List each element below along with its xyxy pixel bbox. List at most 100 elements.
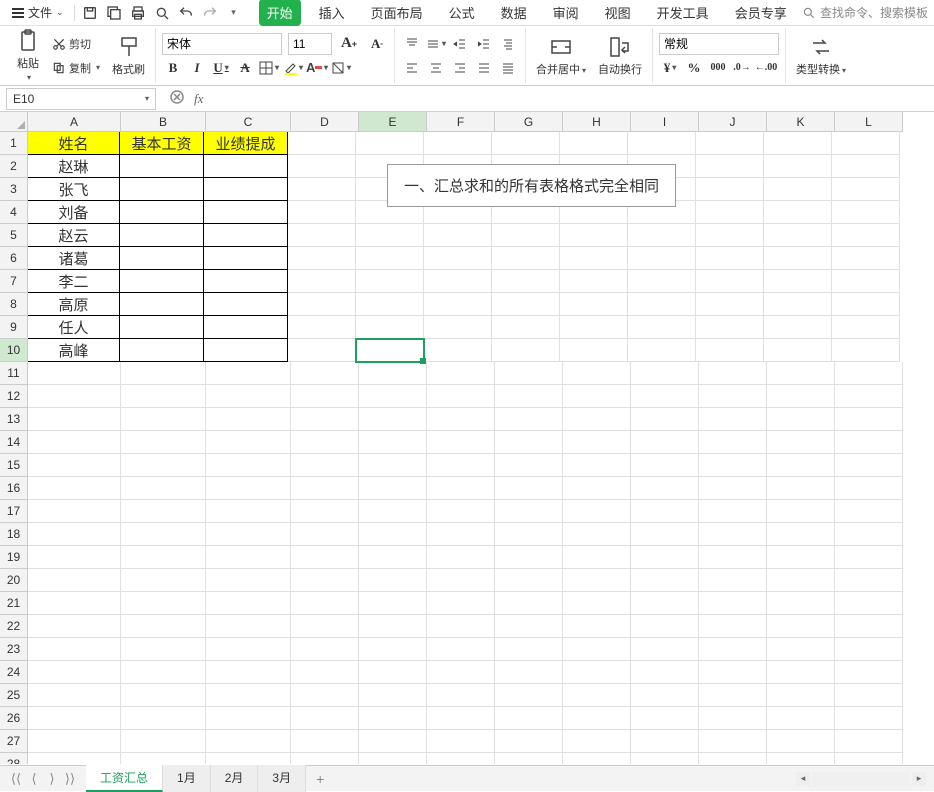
cell[interactable]: 基本工资: [119, 131, 204, 155]
cell[interactable]: [835, 477, 903, 500]
cell[interactable]: [495, 523, 563, 546]
command-search[interactable]: 查找命令、搜索模板: [802, 4, 928, 21]
cell[interactable]: [767, 592, 835, 615]
cell[interactable]: [563, 477, 631, 500]
ribbon-tab-4[interactable]: 数据: [493, 0, 535, 26]
row-header[interactable]: 6: [0, 247, 28, 270]
cell[interactable]: [121, 730, 206, 753]
orientation-button[interactable]: [497, 33, 519, 55]
cell[interactable]: [28, 431, 121, 454]
cell[interactable]: [427, 362, 495, 385]
cell[interactable]: [288, 293, 356, 316]
cell[interactable]: [427, 661, 495, 684]
cell[interactable]: [28, 385, 121, 408]
cell[interactable]: [631, 408, 699, 431]
column-header[interactable]: L: [835, 112, 903, 132]
cell[interactable]: [203, 177, 288, 201]
cell[interactable]: [764, 270, 832, 293]
cell[interactable]: [28, 523, 121, 546]
sheet-tab[interactable]: 1月: [163, 765, 211, 792]
align-right-button[interactable]: [449, 57, 471, 79]
cell[interactable]: [767, 638, 835, 661]
cell[interactable]: [495, 431, 563, 454]
font-name-select[interactable]: [162, 33, 282, 55]
column-header[interactable]: G: [495, 112, 563, 132]
cell[interactable]: [628, 270, 696, 293]
print-icon[interactable]: [127, 2, 149, 24]
cell[interactable]: [835, 730, 903, 753]
cell[interactable]: [699, 523, 767, 546]
cell[interactable]: [764, 316, 832, 339]
cell[interactable]: [206, 523, 291, 546]
cell[interactable]: [563, 592, 631, 615]
cell[interactable]: [563, 569, 631, 592]
borders-button[interactable]: ▾: [258, 57, 280, 79]
cell[interactable]: [427, 500, 495, 523]
cell[interactable]: [631, 454, 699, 477]
cell[interactable]: [28, 638, 121, 661]
scroll-right-icon[interactable]: ▸: [912, 772, 926, 786]
cell[interactable]: [699, 408, 767, 431]
cell[interactable]: [835, 431, 903, 454]
cell[interactable]: [291, 385, 359, 408]
cell[interactable]: [835, 546, 903, 569]
cell[interactable]: [832, 339, 900, 362]
cell[interactable]: [696, 155, 764, 178]
cell[interactable]: [359, 546, 427, 569]
cell[interactable]: [288, 247, 356, 270]
cell[interactable]: [359, 431, 427, 454]
cell[interactable]: [291, 546, 359, 569]
cell[interactable]: [121, 707, 206, 730]
align-top-button[interactable]: [401, 33, 423, 55]
cell[interactable]: [832, 316, 900, 339]
cell[interactable]: [119, 154, 204, 178]
redo-icon[interactable]: [199, 2, 221, 24]
cell[interactable]: [495, 730, 563, 753]
cell[interactable]: [696, 270, 764, 293]
row-header[interactable]: 2: [0, 155, 28, 178]
cell[interactable]: [699, 362, 767, 385]
cell[interactable]: [359, 730, 427, 753]
ribbon-tab-6[interactable]: 视图: [597, 0, 639, 26]
cell[interactable]: [356, 132, 424, 155]
row-header[interactable]: 13: [0, 408, 28, 431]
formula-input[interactable]: [213, 88, 934, 110]
cell[interactable]: [28, 592, 121, 615]
cell[interactable]: [631, 385, 699, 408]
cell[interactable]: [764, 178, 832, 201]
sheet-last-icon[interactable]: ⟩⟩: [62, 771, 78, 787]
cell[interactable]: [288, 178, 356, 201]
cell[interactable]: [699, 615, 767, 638]
cell[interactable]: [495, 753, 563, 764]
currency-button[interactable]: ¥▾: [659, 57, 681, 79]
cell[interactable]: [563, 454, 631, 477]
cell[interactable]: [767, 385, 835, 408]
decrease-indent-button[interactable]: [449, 33, 471, 55]
cell[interactable]: [699, 431, 767, 454]
cell[interactable]: [699, 569, 767, 592]
cell[interactable]: [206, 753, 291, 764]
cell[interactable]: [119, 292, 204, 316]
cell[interactable]: [121, 523, 206, 546]
save-icon[interactable]: [79, 2, 101, 24]
cell[interactable]: [427, 684, 495, 707]
cell[interactable]: [121, 454, 206, 477]
italic-button[interactable]: I: [186, 57, 208, 79]
row-header[interactable]: 10: [0, 339, 28, 362]
cell[interactable]: [832, 293, 900, 316]
cell[interactable]: [291, 569, 359, 592]
cell[interactable]: [291, 638, 359, 661]
row-header[interactable]: 18: [0, 523, 28, 546]
cell[interactable]: [121, 615, 206, 638]
cell[interactable]: [767, 730, 835, 753]
row-header[interactable]: 7: [0, 270, 28, 293]
cell[interactable]: [356, 224, 424, 247]
cell[interactable]: [121, 362, 206, 385]
cell[interactable]: [427, 569, 495, 592]
cell[interactable]: [495, 615, 563, 638]
cell[interactable]: [631, 615, 699, 638]
cell[interactable]: [121, 684, 206, 707]
ribbon-tab-7[interactable]: 开发工具: [649, 0, 717, 26]
cell[interactable]: [28, 408, 121, 431]
cell[interactable]: [631, 523, 699, 546]
